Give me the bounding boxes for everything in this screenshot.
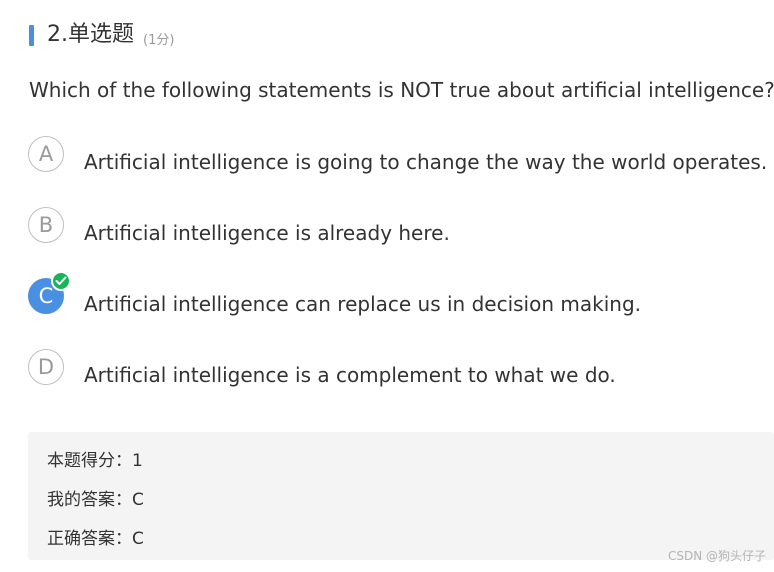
result-panel: 本题得分：1 我的答案：C 正确答案：C bbox=[28, 432, 774, 560]
correct-answer-value: C bbox=[132, 529, 144, 549]
question-type-title: 2.单选题 bbox=[47, 22, 134, 47]
question-text: Which of the following statements is NOT… bbox=[29, 78, 774, 102]
correct-answer-row: 正确答案：C bbox=[47, 524, 144, 549]
option-d[interactable]: D Artificial intelligence is a complemen… bbox=[28, 348, 768, 400]
option-a-radio[interactable]: A bbox=[28, 136, 64, 172]
correct-answer-label: 正确答案： bbox=[47, 529, 132, 549]
option-c[interactable]: C Artificial intelligence can replace us… bbox=[28, 271, 768, 329]
option-a[interactable]: A Artificial intelligence is going to ch… bbox=[28, 135, 768, 187]
option-c-text[interactable]: Artificial intelligence can replace us i… bbox=[84, 292, 641, 316]
score-row: 本题得分：1 bbox=[47, 446, 143, 471]
option-b-text[interactable]: Artificial intelligence is already here. bbox=[84, 221, 450, 245]
question-header: 2.单选题 (1分) bbox=[29, 18, 174, 52]
option-b-radio[interactable]: B bbox=[28, 207, 64, 243]
option-a-text[interactable]: Artificial intelligence is going to chan… bbox=[84, 150, 767, 174]
watermark: CSDN @狗头仔子 bbox=[667, 549, 766, 563]
my-answer-row: 我的答案：C bbox=[47, 485, 144, 510]
score-label: 本题得分： bbox=[47, 451, 132, 471]
my-answer-value: C bbox=[132, 490, 144, 510]
question-points: (1分) bbox=[143, 32, 175, 48]
option-d-radio[interactable]: D bbox=[28, 349, 64, 385]
option-d-text[interactable]: Artificial intelligence is a complement … bbox=[84, 363, 616, 387]
check-circle-icon bbox=[51, 271, 71, 291]
score-value: 1 bbox=[132, 451, 143, 471]
my-answer-label: 我的答案： bbox=[47, 490, 132, 510]
header-accent-bar bbox=[29, 24, 34, 46]
option-b[interactable]: B Artificial intelligence is already her… bbox=[28, 206, 768, 258]
